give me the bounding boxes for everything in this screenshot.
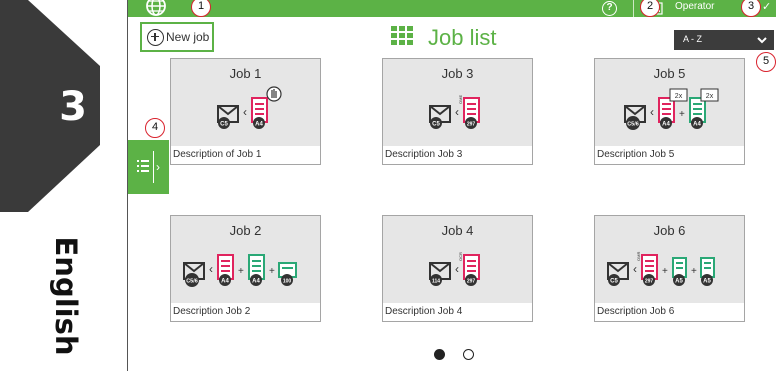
- svg-text:A4: A4: [252, 279, 260, 285]
- svg-text:C5: C5: [610, 279, 618, 285]
- job-description: Description Job 2: [173, 306, 251, 317]
- new-job-button[interactable]: New job: [140, 22, 214, 52]
- svg-text:+: +: [679, 109, 685, 120]
- svg-text:A5: A5: [703, 279, 711, 285]
- job-description: Description Job 3: [385, 149, 463, 160]
- svg-text:2x: 2x: [706, 93, 714, 100]
- svg-text:‹: ‹: [650, 105, 654, 119]
- job-illustration: C5 ‹ A4: [217, 86, 282, 129]
- svg-text:‹: ‹: [455, 262, 459, 276]
- job-description: Description Job 5: [597, 149, 675, 160]
- manual-margin: 3 English: [0, 0, 128, 371]
- svg-text:297: 297: [645, 279, 654, 285]
- envelope-icon: C5: [607, 262, 629, 286]
- job-card[interactable]: Job 1 C5 ‹ A4 Description of Job 1: [170, 58, 321, 165]
- svg-text:C5/6: C5/6: [186, 279, 198, 285]
- sort-dropdown[interactable]: A - Z: [674, 30, 774, 50]
- job-illustration: C5/6 ‹ A4 2x + A4 2x: [624, 88, 719, 130]
- envelope-icon: 114: [429, 262, 451, 286]
- topbar-divider: [633, 0, 634, 17]
- svg-text:C5: C5: [432, 122, 440, 128]
- svg-text:OMR: OMR: [636, 252, 641, 261]
- svg-text:A4: A4: [255, 122, 263, 128]
- callout-marker: 4: [145, 118, 165, 138]
- document-icon: A4: [248, 254, 265, 286]
- job-card[interactable]: Job 3 C5 ‹ OME 297 Description Job 3: [382, 58, 533, 165]
- envelope-icon: C5: [429, 105, 451, 129]
- document-icon: A5: [672, 257, 687, 286]
- svg-text:C5: C5: [220, 122, 228, 128]
- document-icon: A4: [251, 97, 268, 129]
- envelope-icon: C5/6: [624, 105, 646, 130]
- callout-marker: 5: [756, 52, 776, 72]
- job-description: Description Job 4: [385, 306, 463, 317]
- page-dot[interactable]: [463, 349, 474, 360]
- user-menu-chevron-icon[interactable]: ✓: [762, 0, 771, 13]
- sort-value: A - Z: [683, 34, 703, 44]
- svg-text:‹: ‹: [455, 105, 459, 119]
- language-label: English: [49, 236, 83, 356]
- job-description: Description of Job 1: [173, 149, 262, 160]
- svg-text:114: 114: [432, 279, 440, 285]
- plus-icon: [147, 28, 164, 46]
- svg-text:A5: A5: [675, 279, 683, 285]
- user-name[interactable]: Operator: [675, 1, 714, 12]
- chapter-number: 3: [59, 84, 87, 130]
- chevron-right-icon: ›: [156, 160, 160, 174]
- svg-text:A4: A4: [693, 122, 701, 128]
- svg-text:297: 297: [467, 122, 476, 128]
- svg-text:‹: ‹: [209, 262, 213, 276]
- job-card[interactable]: Job 6 C5 ‹ OMR 297 + A5 + A5 Description…: [594, 215, 745, 322]
- svg-text:+: +: [238, 266, 244, 277]
- svg-text:2x: 2x: [675, 93, 683, 100]
- svg-text:100: 100: [283, 279, 292, 285]
- svg-text:OME: OME: [458, 95, 463, 104]
- svg-text:A4: A4: [221, 279, 229, 285]
- job-card[interactable]: Job 2 C5/6 ‹ A4 + A4 + 100 Description J…: [170, 215, 321, 322]
- svg-text:+: +: [662, 266, 668, 277]
- help-icon[interactable]: ?: [602, 1, 617, 16]
- job-card[interactable]: Job 4 114 ‹ OCR 297 Description Job 4: [382, 215, 533, 322]
- svg-text:‹: ‹: [633, 262, 637, 276]
- grid-view-icon: [391, 26, 415, 45]
- job-illustration: C5 ‹ OME 297: [429, 95, 480, 129]
- svg-text:+: +: [269, 266, 275, 277]
- svg-text:+: +: [691, 266, 697, 277]
- language-globe-icon[interactable]: [145, 0, 167, 17]
- document-icon: A4: [217, 254, 234, 286]
- svg-text:OCR: OCR: [458, 252, 463, 261]
- svg-text:297: 297: [467, 279, 476, 285]
- document-icon: 297: [641, 254, 658, 286]
- job-list-screen: ? Operator ✓ New job Job list A - Z › Jo…: [128, 0, 776, 371]
- job-illustration: C5 ‹ OMR 297 + A5 + A5: [607, 252, 715, 286]
- toggle-divider: [153, 151, 154, 183]
- list-view-toggle[interactable]: ›: [128, 140, 169, 194]
- document-icon: 297: [463, 254, 480, 286]
- document-icon: 297: [463, 97, 480, 129]
- envelope-icon: C5: [217, 105, 239, 129]
- page-title: Job list: [428, 25, 497, 50]
- new-job-label: New job: [166, 30, 210, 44]
- document-icon: A4: [658, 97, 675, 129]
- envelope-icon: C5/6: [183, 262, 205, 287]
- top-bar: ? Operator ✓: [128, 0, 776, 17]
- document-icon: A4: [689, 97, 706, 129]
- page-dot-active[interactable]: [434, 349, 445, 360]
- svg-text:‹: ‹: [243, 105, 247, 119]
- job-description: Description Job 6: [597, 306, 675, 317]
- job-illustration: C5/6 ‹ A4 + A4 + 100: [183, 254, 297, 287]
- document-icon: A5: [700, 257, 715, 286]
- document-icon: 100: [278, 262, 297, 286]
- job-illustration: 114 ‹ OCR 297: [429, 252, 480, 286]
- chevron-down-icon: [757, 37, 767, 44]
- svg-text:C5/6: C5/6: [627, 122, 639, 128]
- hand-feed-icon: [266, 86, 282, 102]
- job-card[interactable]: Job 5 C5/6 ‹ A4 2x + A4 2x Description J…: [594, 58, 745, 165]
- list-icon: [137, 160, 149, 172]
- svg-text:A4: A4: [662, 122, 670, 128]
